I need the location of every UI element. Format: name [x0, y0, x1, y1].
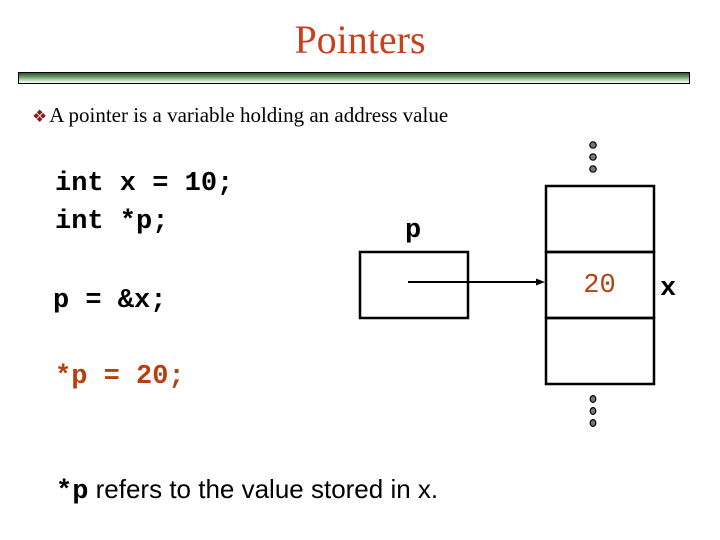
variable-label: x	[660, 274, 677, 304]
memory-cell-value: 20	[583, 271, 616, 301]
note-text: refers to the value stored in x.	[88, 474, 439, 504]
arrow-head-icon	[536, 278, 545, 286]
note-code: *p	[56, 477, 89, 507]
pointer-label: p	[405, 216, 422, 246]
memory-cell-below	[544, 316, 656, 386]
explanation-note: *p refers to the value stored in x.	[56, 474, 438, 507]
memory-cell-above	[544, 184, 656, 254]
pointer-box	[358, 250, 470, 320]
vertical-ellipsis-icon	[589, 395, 597, 428]
vertical-ellipsis-icon	[589, 141, 597, 173]
